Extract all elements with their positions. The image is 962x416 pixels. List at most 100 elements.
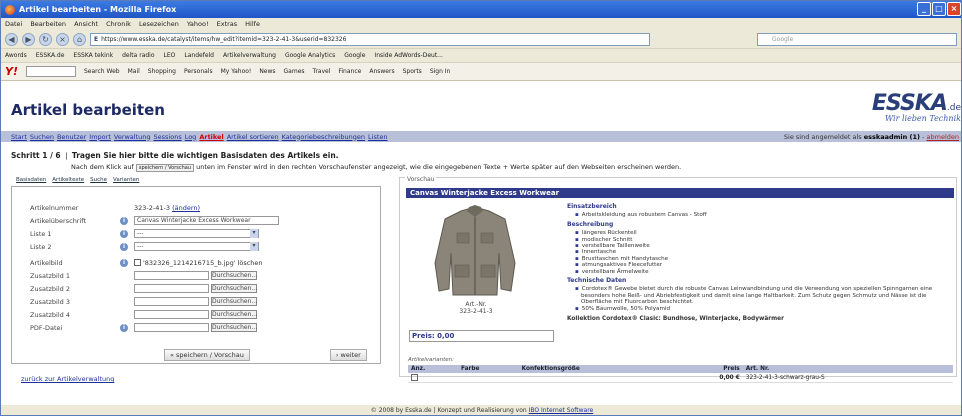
back-arrow-icon[interactable]: ◀ <box>5 32 18 46</box>
browse-button[interactable]: Durchsuchen... <box>211 297 257 306</box>
pdf-input[interactable] <box>134 323 209 332</box>
navigation-toolbar: ◀ ▶ ↻ × ⌂ Ehttps://www.esska.de/catalyst/ite… <box>1 30 961 49</box>
yahoo-item[interactable]: Search Web <box>84 68 120 75</box>
nav-kategoriebeschreibungen[interactable]: Kategoriebeschreibungen <box>282 133 365 141</box>
bookmark-item[interactable]: Landefeld <box>184 52 214 59</box>
yahoo-search-input[interactable] <box>25 66 76 77</box>
menu-hilfe[interactable]: Hilfe <box>245 20 260 28</box>
menu-bearbeiten[interactable]: Bearbeiten <box>30 20 66 28</box>
ueberschrift-input[interactable]: Canvas Winterjacke Excess Workwear <box>134 216 279 225</box>
nav-artikel[interactable]: Artikel <box>199 133 223 141</box>
info-icon[interactable]: i <box>120 324 128 332</box>
nav-log[interactable]: Log <box>185 133 197 141</box>
yahoo-item[interactable]: Answers <box>369 68 394 75</box>
yahoo-item[interactable]: Travel <box>313 68 331 75</box>
yahoo-item[interactable]: Personals <box>184 68 213 75</box>
menu-yahoo[interactable]: Yahoo! <box>187 20 209 28</box>
inline-save-hint: speichern / Vorschau <box>135 164 195 172</box>
browse-button[interactable]: Durchsuchen... <box>211 323 257 332</box>
step-info: Schritt 1 / 6 | Tragen Sie hier bitte di… <box>11 151 682 172</box>
yahoo-item[interactable]: Sign In <box>430 68 451 75</box>
menu-lesezeichen[interactable]: Lesezeichen <box>139 20 179 28</box>
menu-extras[interactable]: Extras <box>217 20 238 28</box>
info-icon[interactable]: i <box>120 259 128 267</box>
save-preview-button[interactable]: « speichern / Vorschau <box>164 349 250 361</box>
logout-link[interactable]: abmelden <box>927 133 960 141</box>
nav-benutzer[interactable]: Benutzer <box>57 133 86 141</box>
yahoo-item[interactable]: Sports <box>403 68 422 75</box>
change-link[interactable]: (ändern) <box>172 204 200 212</box>
nav-verwaltung[interactable]: Verwaltung <box>114 133 151 141</box>
bookmark-item[interactable]: ESSKA tekink <box>73 52 113 59</box>
bookmark-item[interactable]: Inside AdWords-Deut... <box>374 52 442 59</box>
nav-start[interactable]: Start <box>11 133 27 141</box>
nav-sessions[interactable]: Sessions <box>154 133 182 141</box>
bookmark-item[interactable]: Google Analytics <box>285 52 335 59</box>
yahoo-item[interactable]: Mail <box>128 68 140 75</box>
step-headline: Tragen Sie hier bitte die wichtigen Basi… <box>71 151 339 160</box>
info-icon[interactable]: i <box>120 243 128 251</box>
tech-item: Cordotex® Gewebe bietet durch die robust… <box>581 286 951 305</box>
col-preis: Preis <box>677 365 743 373</box>
bookmark-item[interactable]: ESSKA.de <box>36 52 65 59</box>
bookmark-item[interactable]: delta radio <box>122 52 154 59</box>
zusatzbild1-input[interactable] <box>134 271 209 280</box>
yahoo-item[interactable]: Games <box>284 68 305 75</box>
zusatzbild2-input[interactable] <box>134 284 209 293</box>
browse-button[interactable]: Durchsuchen... <box>211 271 257 280</box>
info-icon[interactable]: i <box>120 230 128 238</box>
yahoo-item[interactable]: Finance <box>338 68 361 75</box>
menu-chronik[interactable]: Chronik <box>106 20 131 28</box>
close-button[interactable]: × <box>947 2 961 16</box>
url-bar[interactable]: Ehttps://www.esska.de/catalyst/items/hw_… <box>90 32 650 46</box>
liste2-select[interactable]: --- <box>134 242 259 251</box>
browse-button[interactable]: Durchsuchen... <box>211 310 257 319</box>
zusatzbild4-input[interactable] <box>134 310 209 319</box>
esska-logo: ESSKA.de Wir lieben Technik <box>872 91 961 123</box>
info-icon[interactable]: i <box>120 217 128 225</box>
next-button[interactable]: › weiter <box>329 349 367 361</box>
stop-icon[interactable]: × <box>56 32 69 46</box>
menu-ansicht[interactable]: Ansicht <box>74 20 98 28</box>
bookmark-item[interactable]: LEO <box>164 52 176 59</box>
ueberschrift-label: Artikelüberschrift <box>30 216 87 225</box>
delete-image-checkbox[interactable] <box>134 259 141 266</box>
brand-name: ESSKA <box>871 91 948 116</box>
nav-import[interactable]: Import <box>89 133 111 141</box>
page-title: Artikel bearbeiten <box>11 101 165 119</box>
variant-artnr: 323-2-41-3-schwarz-grau-S <box>742 373 953 383</box>
yahoo-item[interactable]: News <box>259 68 275 75</box>
search-input[interactable]: Google <box>757 32 957 46</box>
liste1-select[interactable]: --- <box>134 229 259 238</box>
bookmark-item[interactable]: Google <box>344 52 365 59</box>
home-icon[interactable]: ⌂ <box>73 32 86 46</box>
yahoo-logo-icon[interactable]: Y! <box>5 65 18 78</box>
zusatzbild3-input[interactable] <box>134 297 209 306</box>
forward-arrow-icon[interactable]: ▶ <box>22 32 35 46</box>
bookmark-item[interactable]: Artikelverwaltung <box>223 52 276 59</box>
article-number: Art.-Nr. 323-2-41-3 <box>441 301 511 315</box>
nav-artikel-sortieren[interactable]: Artikel sortieren <box>227 133 279 141</box>
next-label: weiter <box>340 351 361 359</box>
table-header-row: Anz. Farbe Konfektionsgröße Preis Art. N… <box>408 365 953 373</box>
tab-artikeltexte[interactable]: Artikeltexte <box>52 177 84 183</box>
reload-icon[interactable]: ↻ <box>39 32 52 46</box>
yahoo-item[interactable]: My Yahoo! <box>221 68 252 75</box>
art-label: Art.-Nr. <box>465 301 487 308</box>
tab-basisdaten[interactable]: Basisdaten <box>16 177 46 183</box>
variant-checkbox[interactable] <box>411 374 418 381</box>
menu-datei[interactable]: Datei <box>5 20 22 28</box>
site-favicon-icon: E <box>94 35 99 43</box>
bookmark-item[interactable]: Awords <box>5 52 27 59</box>
nav-suchen[interactable]: Suchen <box>30 133 54 141</box>
maximize-button[interactable]: □ <box>932 2 946 16</box>
tab-varianten[interactable]: Varianten <box>113 177 139 183</box>
back-link[interactable]: zurück zur Artikelverwaltung <box>21 375 114 383</box>
yahoo-item[interactable]: Shopping <box>148 68 176 75</box>
table-row: 0,00 € 323-2-41-3-schwarz-grau-S <box>408 373 953 383</box>
minimize-button[interactable]: _ <box>917 2 931 16</box>
browse-button[interactable]: Durchsuchen... <box>211 284 257 293</box>
tab-suche[interactable]: Suche <box>90 177 107 183</box>
footer-link[interactable]: IBO Internet Software <box>529 407 594 414</box>
nav-listen[interactable]: Listen <box>368 133 387 141</box>
